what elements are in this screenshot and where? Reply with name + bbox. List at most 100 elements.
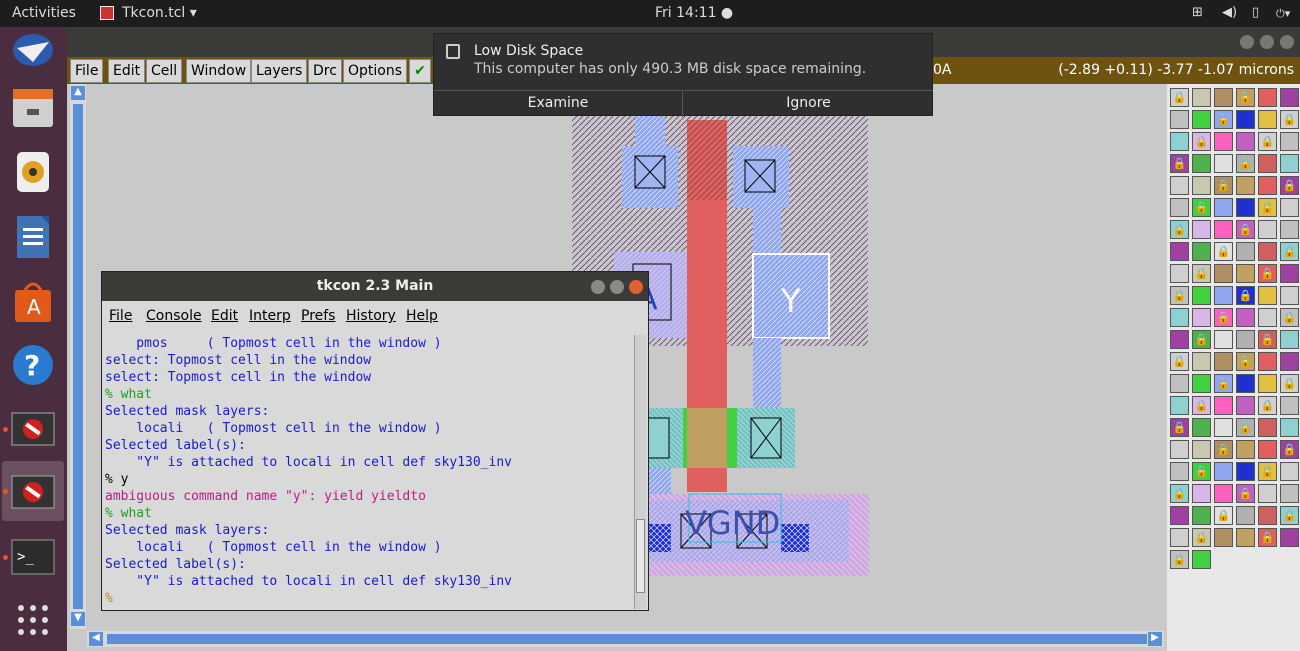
- layer-swatch[interactable]: [1192, 506, 1211, 525]
- layer-palette[interactable]: 🔒 🔒 🔒 🔒 🔒 🔒 🔒 🔒 🔒 🔒 🔒 🔒 🔒 🔒 🔒 🔒 🔒 🔒 🔒 🔒 🔒 🔒 🔒 🔒 🔒 🔒 🔒 🔒 🔒 🔒 🔒 🔒 🔒 🔒 🔒 🔒 🔒 🔒 🔒 🔒…: [1167, 84, 1300, 651]
- console-output[interactable]: pmos ( Topmost cell in the window ) selec…: [105, 335, 635, 609]
- layer-swatch[interactable]: 🔒: [1214, 308, 1233, 327]
- layer-swatch[interactable]: [1236, 242, 1255, 261]
- check-icon[interactable]: ✔: [409, 59, 431, 83]
- maximize-icon[interactable]: [610, 280, 624, 294]
- layer-swatch[interactable]: [1280, 330, 1299, 349]
- tk-menu-interp[interactable]: Interp: [249, 308, 291, 324]
- menu-edit[interactable]: Edit: [108, 59, 146, 83]
- layer-swatch[interactable]: [1192, 176, 1211, 195]
- tk-menu-file[interactable]: File: [109, 308, 132, 324]
- layer-swatch[interactable]: 🔒: [1192, 396, 1211, 415]
- scroll-up-icon[interactable]: ▲: [71, 86, 85, 100]
- layer-swatch[interactable]: [1280, 88, 1299, 107]
- battery-icon[interactable]: ▯: [1252, 5, 1259, 20]
- minimize-icon[interactable]: [591, 280, 605, 294]
- layer-swatch[interactable]: 🔒: [1236, 220, 1255, 239]
- layer-swatch[interactable]: [1236, 308, 1255, 327]
- layer-swatch[interactable]: 🔒: [1192, 528, 1211, 547]
- layer-swatch[interactable]: 🔒: [1280, 506, 1299, 525]
- layer-swatch[interactable]: [1280, 528, 1299, 547]
- layer-swatch[interactable]: [1170, 242, 1189, 261]
- power-icon[interactable]: ⏻▾: [1276, 7, 1290, 21]
- layer-swatch[interactable]: [1236, 176, 1255, 195]
- ignore-button[interactable]: Ignore: [684, 90, 933, 117]
- volume-icon[interactable]: ◀): [1222, 5, 1237, 20]
- layer-swatch[interactable]: [1280, 286, 1299, 305]
- layer-swatch[interactable]: [1170, 374, 1189, 393]
- layer-swatch[interactable]: [1280, 484, 1299, 503]
- layer-swatch[interactable]: [1192, 418, 1211, 437]
- layer-swatch[interactable]: [1170, 396, 1189, 415]
- writer-icon[interactable]: [8, 212, 58, 262]
- layer-swatch[interactable]: [1192, 352, 1211, 371]
- layer-swatch[interactable]: 🔒: [1280, 176, 1299, 195]
- layer-swatch[interactable]: [1214, 462, 1233, 481]
- layer-swatch[interactable]: [1214, 418, 1233, 437]
- layer-swatch[interactable]: 🔒: [1170, 154, 1189, 173]
- layer-swatch[interactable]: 🔒: [1258, 330, 1277, 349]
- layer-swatch[interactable]: [1236, 528, 1255, 547]
- layer-swatch[interactable]: [1280, 418, 1299, 437]
- layer-swatch[interactable]: 🔒: [1214, 176, 1233, 195]
- tk-menu-prefs[interactable]: Prefs: [301, 308, 335, 324]
- layer-swatch[interactable]: [1214, 484, 1233, 503]
- layer-swatch[interactable]: [1258, 220, 1277, 239]
- layer-swatch[interactable]: [1192, 220, 1211, 239]
- close-icon[interactable]: [1280, 35, 1294, 49]
- tk-window-icon[interactable]: [8, 404, 58, 454]
- layer-swatch[interactable]: [1214, 132, 1233, 151]
- layer-swatch[interactable]: [1258, 352, 1277, 371]
- layer-swatch[interactable]: [1280, 220, 1299, 239]
- layer-swatch[interactable]: 🔒: [1214, 110, 1233, 129]
- scroll-left-icon[interactable]: ◀: [89, 632, 103, 646]
- layer-swatch[interactable]: [1192, 88, 1211, 107]
- layer-swatch[interactable]: [1170, 264, 1189, 283]
- layer-swatch[interactable]: [1258, 374, 1277, 393]
- layer-swatch[interactable]: 🔒: [1236, 352, 1255, 371]
- layer-swatch[interactable]: [1236, 132, 1255, 151]
- layer-swatch[interactable]: 🔒: [1236, 154, 1255, 173]
- tk-menu-help[interactable]: Help: [406, 308, 438, 324]
- layer-swatch[interactable]: [1192, 484, 1211, 503]
- layer-swatch[interactable]: 🔒: [1236, 286, 1255, 305]
- layer-swatch[interactable]: [1170, 506, 1189, 525]
- layer-swatch[interactable]: 🔒: [1192, 132, 1211, 151]
- thunderbird-icon[interactable]: [8, 27, 58, 77]
- layer-swatch[interactable]: [1170, 462, 1189, 481]
- layer-swatch[interactable]: [1280, 396, 1299, 415]
- layer-swatch[interactable]: 🔒: [1170, 286, 1189, 305]
- software-center-icon[interactable]: A: [8, 277, 58, 327]
- menu-options[interactable]: Options: [343, 59, 408, 83]
- layer-swatch[interactable]: 🔒: [1192, 198, 1211, 217]
- layer-swatch[interactable]: 🔒: [1192, 264, 1211, 283]
- layer-swatch[interactable]: [1192, 242, 1211, 261]
- layer-swatch[interactable]: [1214, 88, 1233, 107]
- layer-swatch[interactable]: [1192, 550, 1211, 569]
- layer-swatch[interactable]: 🔒: [1258, 198, 1277, 217]
- layer-swatch[interactable]: [1236, 396, 1255, 415]
- layer-swatch[interactable]: 🔒: [1280, 110, 1299, 129]
- menu-file[interactable]: File: [70, 59, 104, 83]
- layer-swatch[interactable]: [1236, 506, 1255, 525]
- layer-swatch[interactable]: 🔒: [1170, 484, 1189, 503]
- scroll-down-icon[interactable]: ▼: [71, 612, 85, 626]
- tk-menu-edit[interactable]: Edit: [211, 308, 238, 324]
- layer-swatch[interactable]: [1192, 110, 1211, 129]
- network-icon[interactable]: ⊞: [1192, 5, 1203, 20]
- show-apps-icon[interactable]: [8, 595, 58, 645]
- layer-swatch[interactable]: [1280, 154, 1299, 173]
- layer-swatch[interactable]: 🔒: [1280, 440, 1299, 459]
- layer-swatch[interactable]: 🔒: [1236, 418, 1255, 437]
- layer-swatch[interactable]: [1214, 154, 1233, 173]
- layer-swatch[interactable]: [1170, 110, 1189, 129]
- layer-swatch[interactable]: [1258, 440, 1277, 459]
- layer-swatch[interactable]: [1192, 308, 1211, 327]
- layer-swatch[interactable]: 🔒: [1214, 506, 1233, 525]
- layer-swatch[interactable]: [1236, 110, 1255, 129]
- layer-swatch[interactable]: [1170, 198, 1189, 217]
- layer-swatch[interactable]: 🔒: [1214, 440, 1233, 459]
- layer-swatch[interactable]: [1236, 462, 1255, 481]
- layer-swatch[interactable]: [1258, 88, 1277, 107]
- layer-swatch[interactable]: [1280, 462, 1299, 481]
